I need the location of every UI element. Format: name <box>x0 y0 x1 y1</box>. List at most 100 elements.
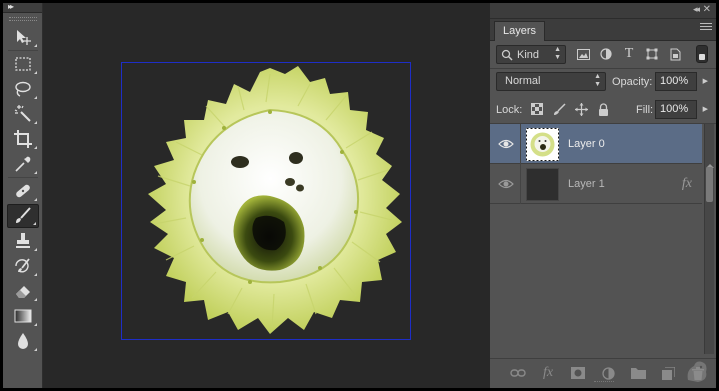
crop-icon <box>13 130 32 148</box>
bandage-icon <box>15 184 30 198</box>
transform-bounding-box[interactable] <box>121 62 411 340</box>
watermark-logo <box>687 361 707 382</box>
adjustment-filter-icon[interactable] <box>599 47 613 61</box>
lock-pixels-icon[interactable] <box>552 102 566 116</box>
tool-flyout-indicator <box>33 273 37 276</box>
blend-mode-select[interactable]: Normal ▲ ▼ <box>496 72 606 91</box>
fill-input[interactable]: 100% <box>655 100 697 119</box>
filter-kind-label: Kind <box>517 49 540 61</box>
toolbar-separator <box>7 177 38 178</box>
gradient-tool[interactable] <box>7 304 39 328</box>
lasso-icon <box>14 81 31 97</box>
folder-icon[interactable] <box>630 365 646 381</box>
adjustment-icon[interactable] <box>600 365 616 381</box>
opacity-dropdown-icon[interactable]: ▶ <box>703 77 708 85</box>
tool-flyout-indicator <box>33 298 37 301</box>
tool-flyout-indicator <box>33 96 37 99</box>
panel-divider <box>490 68 716 69</box>
rect-marquee-icon <box>14 57 31 71</box>
fx-icon[interactable]: fx <box>540 365 556 381</box>
toolbar-header: ▸▸ <box>3 3 42 13</box>
toolbar-grip[interactable] <box>8 17 37 21</box>
history-brush-icon <box>14 258 30 273</box>
opacity-label: Opacity: <box>612 76 653 88</box>
visibility-eye-icon[interactable] <box>498 177 514 191</box>
panel-menu-icon[interactable] <box>700 23 712 33</box>
lock-position-icon[interactable] <box>574 102 588 116</box>
magic-wand-tool[interactable] <box>7 102 39 126</box>
eraser-tool[interactable] <box>7 279 39 303</box>
tools-panel: ▸▸ <box>3 3 43 388</box>
eraser-icon <box>15 286 30 298</box>
move-icon <box>16 30 31 45</box>
expand-toolbar-icon[interactable]: ▸▸ <box>8 3 14 11</box>
photoshop-window: ▸▸ ◂◂ ✕ Layers Kind ▲ ▼ T Normal ▲ ▼ Opa… <box>3 3 716 388</box>
search-icon <box>501 49 513 61</box>
fill-label: Fill: <box>636 104 654 116</box>
layer-filter-row: Kind ▲ ▼ T <box>490 43 716 67</box>
tool-flyout-indicator <box>33 146 37 149</box>
mask-icon[interactable] <box>570 365 586 381</box>
link-icon[interactable] <box>510 365 526 381</box>
lock-icons <box>530 102 610 116</box>
layer-effects-icon[interactable]: fx <box>682 176 692 192</box>
opacity-input[interactable]: 100% <box>655 72 697 91</box>
pixel-filter-icon[interactable] <box>576 47 590 61</box>
layer-thumbnail <box>526 168 559 201</box>
type-filter-icon[interactable]: T <box>622 46 636 61</box>
lock-transparency-icon[interactable] <box>530 102 544 116</box>
layer-thumbnail <box>526 128 559 161</box>
layer-row-layer-1[interactable]: Layer 1 fx <box>490 164 702 204</box>
tool-flyout-indicator <box>32 222 36 225</box>
lock-all-icon[interactable] <box>596 102 610 116</box>
collapse-panels-icon[interactable]: ◂◂ <box>693 4 700 15</box>
tab-layers[interactable]: Layers <box>494 21 546 41</box>
history-brush-tool[interactable] <box>7 254 39 278</box>
tool-flyout-indicator <box>33 248 37 251</box>
fill-dropdown-icon[interactable]: ▶ <box>703 105 708 113</box>
panel-dock-header: ◂◂ ✕ <box>490 3 716 19</box>
move-tool[interactable] <box>7 25 39 49</box>
tool-flyout-indicator <box>33 348 37 351</box>
drop-icon <box>17 333 28 349</box>
layers-footer: fx <box>490 358 716 388</box>
crop-tool[interactable] <box>7 127 39 151</box>
marquee-tool[interactable] <box>7 52 39 76</box>
brush-tool[interactable] <box>6 204 39 228</box>
visibility-eye-icon[interactable] <box>498 137 514 151</box>
new-layer-icon[interactable] <box>660 365 676 381</box>
panel-resize-grip[interactable] <box>594 381 614 384</box>
shape-filter-icon[interactable] <box>645 47 659 61</box>
tool-flyout-indicator <box>33 44 37 47</box>
eyedropper-tool[interactable] <box>7 152 39 176</box>
close-icon[interactable]: ✕ <box>703 4 711 15</box>
tool-flyout-indicator <box>33 323 37 326</box>
blur-tool[interactable] <box>7 329 39 353</box>
select-arrows-icon: ▲ ▼ <box>594 73 601 88</box>
blend-mode-value: Normal <box>505 75 541 87</box>
tool-flyout-indicator <box>33 198 37 201</box>
layer-row-divider <box>520 124 521 164</box>
tool-flyout-indicator <box>33 121 37 124</box>
filter-kind-select[interactable]: Kind ▲ ▼ <box>496 45 566 64</box>
layers-panel: ◂◂ ✕ Layers Kind ▲ ▼ T Normal ▲ ▼ Opacit… <box>490 3 716 388</box>
layer-name[interactable]: Layer 0 <box>568 138 605 150</box>
panel-tabbar: Layers <box>490 19 716 41</box>
filter-toggle-switch[interactable] <box>696 45 708 63</box>
healing-brush-tool[interactable] <box>7 179 39 203</box>
layers-scrollbar[interactable] <box>704 124 714 354</box>
toolbar-separator <box>7 50 38 51</box>
clone-stamp-tool[interactable] <box>7 229 39 253</box>
tool-flyout-indicator <box>33 171 37 174</box>
tool-flyout-indicator <box>33 71 37 74</box>
footer-icons: fx <box>510 365 706 381</box>
layer-name[interactable]: Layer 1 <box>568 178 605 190</box>
brush-icon <box>15 207 31 223</box>
filter-type-icons: T <box>576 46 682 61</box>
scrollbar-thumb[interactable] <box>706 167 713 202</box>
smart-object-filter-icon[interactable] <box>668 47 682 61</box>
document-canvas[interactable] <box>44 3 487 388</box>
layer-row-layer-0[interactable]: Layer 0 <box>490 124 702 164</box>
select-arrows-icon: ▲ ▼ <box>554 46 561 61</box>
lasso-tool[interactable] <box>7 77 39 101</box>
